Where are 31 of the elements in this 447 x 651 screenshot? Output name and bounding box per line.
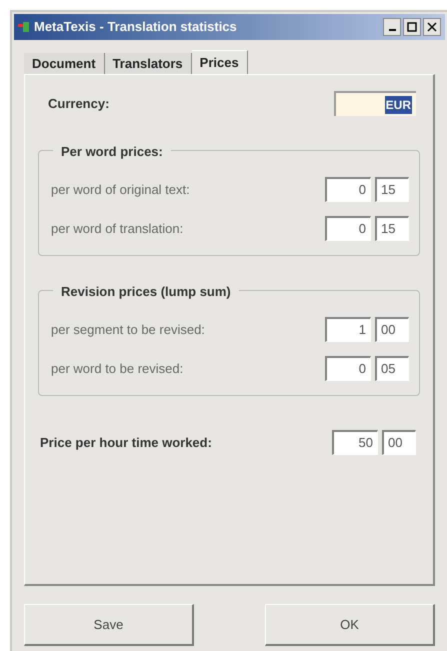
close-button[interactable] (423, 18, 441, 36)
tab[interactable]: Prices (192, 50, 248, 74)
price-label: per segment to be revised: (51, 320, 205, 339)
maximize-button[interactable] (403, 18, 421, 36)
dialog-button[interactable]: OK (265, 604, 435, 646)
decimal-field[interactable]: 15 (375, 216, 409, 241)
price-label: per word of translation: (51, 220, 184, 238)
decimal-field[interactable]: 05 (375, 356, 409, 381)
decimal-field[interactable]: 00 (375, 317, 409, 342)
integer-field[interactable]: 0 (325, 216, 371, 241)
integer-field[interactable]: 1 (325, 317, 371, 342)
hourly-price-label: Price per hour time worked: (40, 434, 212, 452)
app-icon (18, 21, 30, 33)
dialog-button[interactable]: Save (24, 604, 194, 646)
maximize-icon (407, 22, 417, 32)
decimal-field[interactable]: 15 (375, 177, 409, 202)
integer-field[interactable]: 0 (325, 356, 371, 381)
currency-label: Currency: (48, 94, 110, 113)
decimal-field[interactable]: 00 (382, 430, 416, 455)
minimize-button[interactable] (383, 18, 401, 36)
tab[interactable]: Translators (104, 53, 192, 74)
integer-field[interactable]: 50 (332, 430, 378, 455)
tab[interactable]: Document (24, 53, 105, 74)
close-icon (427, 22, 437, 32)
currency-value: EUR (384, 96, 412, 114)
price-label: per word of original text: (51, 180, 190, 199)
window-title: MetaTexis - Translation statistics (34, 18, 237, 36)
integer-field[interactable]: 0 (325, 177, 371, 202)
minimize-icon (388, 29, 396, 31)
currency-field[interactable]: EUR (334, 91, 416, 116)
price-label: per word to be revised: (51, 360, 184, 378)
